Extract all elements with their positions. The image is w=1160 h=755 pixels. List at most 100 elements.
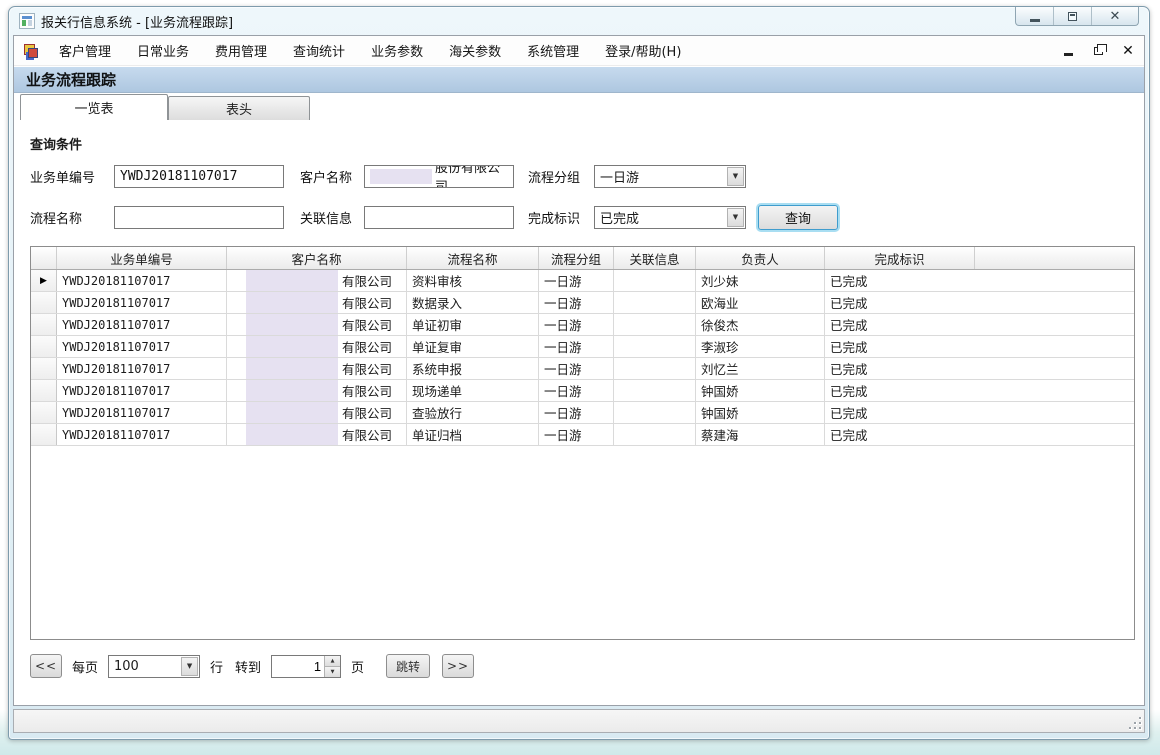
table-row[interactable]: YWDJ20181107017 有限公司 单证归档 一日游 蔡建海 已完成: [31, 424, 1134, 446]
menu-item[interactable]: 客户管理: [46, 36, 124, 65]
row-selector-cell[interactable]: [31, 336, 57, 357]
tab-header[interactable]: 表头: [168, 96, 310, 120]
cell-order-no[interactable]: YWDJ20181107017: [57, 358, 227, 379]
table-row[interactable]: ▶ YWDJ20181107017 有限公司 资料审核 一日游 刘少妹 已完成: [31, 270, 1134, 292]
column-header[interactable]: 完成标识: [825, 247, 975, 269]
cell-order-no[interactable]: YWDJ20181107017: [57, 314, 227, 335]
goto-page-input[interactable]: [272, 656, 324, 677]
cell-related[interactable]: [614, 270, 696, 291]
row-header-corner[interactable]: [31, 247, 57, 269]
cell-process[interactable]: 数据录入: [407, 292, 539, 313]
process-group-select[interactable]: 一日游 ▼: [594, 165, 746, 188]
cell-customer[interactable]: 有限公司: [227, 424, 407, 445]
cell-process[interactable]: 查验放行: [407, 402, 539, 423]
cell-owner[interactable]: 钟国娇: [696, 402, 825, 423]
cell-process[interactable]: 单证初审: [407, 314, 539, 335]
table-row[interactable]: YWDJ20181107017 有限公司 单证复审 一日游 李淑珍 已完成: [31, 336, 1134, 358]
status-flag-select[interactable]: 已完成 ▼: [594, 206, 746, 229]
column-header[interactable]: 流程分组: [539, 247, 614, 269]
row-selector-cell[interactable]: [31, 380, 57, 401]
row-selector-cell[interactable]: [31, 358, 57, 379]
spinner-up-icon[interactable]: ▲: [325, 656, 340, 667]
tab-overview[interactable]: 一览表: [20, 94, 168, 120]
cell-group[interactable]: 一日游: [539, 270, 614, 291]
cell-status[interactable]: 已完成: [825, 270, 975, 291]
cell-group[interactable]: 一日游: [539, 358, 614, 379]
process-name-input[interactable]: [114, 206, 284, 229]
close-button[interactable]: ✕: [1092, 7, 1138, 25]
row-selector-cell[interactable]: [31, 424, 57, 445]
table-row[interactable]: YWDJ20181107017 有限公司 数据录入 一日游 欧海业 已完成: [31, 292, 1134, 314]
cell-status[interactable]: 已完成: [825, 336, 975, 357]
cell-status[interactable]: 已完成: [825, 292, 975, 313]
cell-related[interactable]: [614, 314, 696, 335]
column-header[interactable]: 业务单编号: [57, 247, 227, 269]
menu-item[interactable]: 海关参数: [436, 36, 514, 65]
cell-order-no[interactable]: YWDJ20181107017: [57, 402, 227, 423]
restore-button[interactable]: [1054, 7, 1092, 25]
cell-customer[interactable]: 有限公司: [227, 402, 407, 423]
column-header[interactable]: 流程名称: [407, 247, 539, 269]
next-page-button[interactable]: >>: [442, 654, 474, 678]
mdi-restore-button[interactable]: [1090, 43, 1106, 59]
cell-related[interactable]: [614, 292, 696, 313]
cell-process[interactable]: 系统申报: [407, 358, 539, 379]
cell-order-no[interactable]: YWDJ20181107017: [57, 270, 227, 291]
cell-group[interactable]: 一日游: [539, 314, 614, 335]
table-row[interactable]: YWDJ20181107017 有限公司 系统申报 一日游 刘忆兰 已完成: [31, 358, 1134, 380]
cell-related[interactable]: [614, 358, 696, 379]
customer-name-field[interactable]: 股份有限公司: [364, 165, 514, 188]
cell-group[interactable]: 一日游: [539, 424, 614, 445]
cell-customer[interactable]: 有限公司: [227, 270, 407, 291]
row-selector-cell[interactable]: [31, 402, 57, 423]
cell-process[interactable]: 单证复审: [407, 336, 539, 357]
cell-owner[interactable]: 欧海业: [696, 292, 825, 313]
page-size-select[interactable]: 100 ▼: [108, 655, 200, 678]
dropdown-arrow-icon[interactable]: ▼: [727, 167, 744, 186]
cell-related[interactable]: [614, 402, 696, 423]
resize-grip[interactable]: [1129, 717, 1142, 730]
cell-group[interactable]: 一日游: [539, 380, 614, 401]
cell-group[interactable]: 一日游: [539, 292, 614, 313]
dropdown-arrow-icon[interactable]: ▼: [727, 208, 744, 227]
cell-owner[interactable]: 钟国娇: [696, 380, 825, 401]
cell-customer[interactable]: 有限公司: [227, 314, 407, 335]
cell-owner[interactable]: 李淑珍: [696, 336, 825, 357]
cell-owner[interactable]: 徐俊杰: [696, 314, 825, 335]
cell-group[interactable]: 一日游: [539, 336, 614, 357]
menu-item[interactable]: 查询统计: [280, 36, 358, 65]
cell-status[interactable]: 已完成: [825, 358, 975, 379]
cell-order-no[interactable]: YWDJ20181107017: [57, 292, 227, 313]
cell-status[interactable]: 已完成: [825, 402, 975, 423]
cell-customer[interactable]: 有限公司: [227, 358, 407, 379]
prev-page-button[interactable]: <<: [30, 654, 62, 678]
cell-process[interactable]: 单证归档: [407, 424, 539, 445]
menu-item[interactable]: 业务参数: [358, 36, 436, 65]
cell-customer[interactable]: 有限公司: [227, 336, 407, 357]
spinner-down-icon[interactable]: ▼: [325, 667, 340, 677]
menu-item[interactable]: 日常业务: [124, 36, 202, 65]
cell-order-no[interactable]: YWDJ20181107017: [57, 424, 227, 445]
cell-status[interactable]: 已完成: [825, 424, 975, 445]
cell-owner[interactable]: 刘忆兰: [696, 358, 825, 379]
minimize-button[interactable]: [1016, 7, 1054, 25]
cell-group[interactable]: 一日游: [539, 402, 614, 423]
row-selector-cell[interactable]: ▶: [31, 270, 57, 291]
table-row[interactable]: YWDJ20181107017 有限公司 现场递单 一日游 钟国娇 已完成: [31, 380, 1134, 402]
cell-status[interactable]: 已完成: [825, 380, 975, 401]
row-selector-cell[interactable]: [31, 314, 57, 335]
menu-item[interactable]: 费用管理: [202, 36, 280, 65]
cell-customer[interactable]: 有限公司: [227, 380, 407, 401]
menu-item[interactable]: 登录/帮助(H): [592, 36, 694, 65]
order-no-input[interactable]: [114, 165, 284, 188]
search-button[interactable]: 查询: [758, 205, 838, 230]
cell-process[interactable]: 资料审核: [407, 270, 539, 291]
cell-owner[interactable]: 蔡建海: [696, 424, 825, 445]
cell-related[interactable]: [614, 424, 696, 445]
cell-customer[interactable]: 有限公司: [227, 292, 407, 313]
cell-related[interactable]: [614, 336, 696, 357]
title-bar[interactable]: 报关行信息系统 - [业务流程跟踪]: [9, 7, 1149, 35]
table-row[interactable]: YWDJ20181107017 有限公司 查验放行 一日游 钟国娇 已完成: [31, 402, 1134, 424]
table-row[interactable]: YWDJ20181107017 有限公司 单证初审 一日游 徐俊杰 已完成: [31, 314, 1134, 336]
mdi-close-button[interactable]: ✕: [1120, 43, 1136, 59]
